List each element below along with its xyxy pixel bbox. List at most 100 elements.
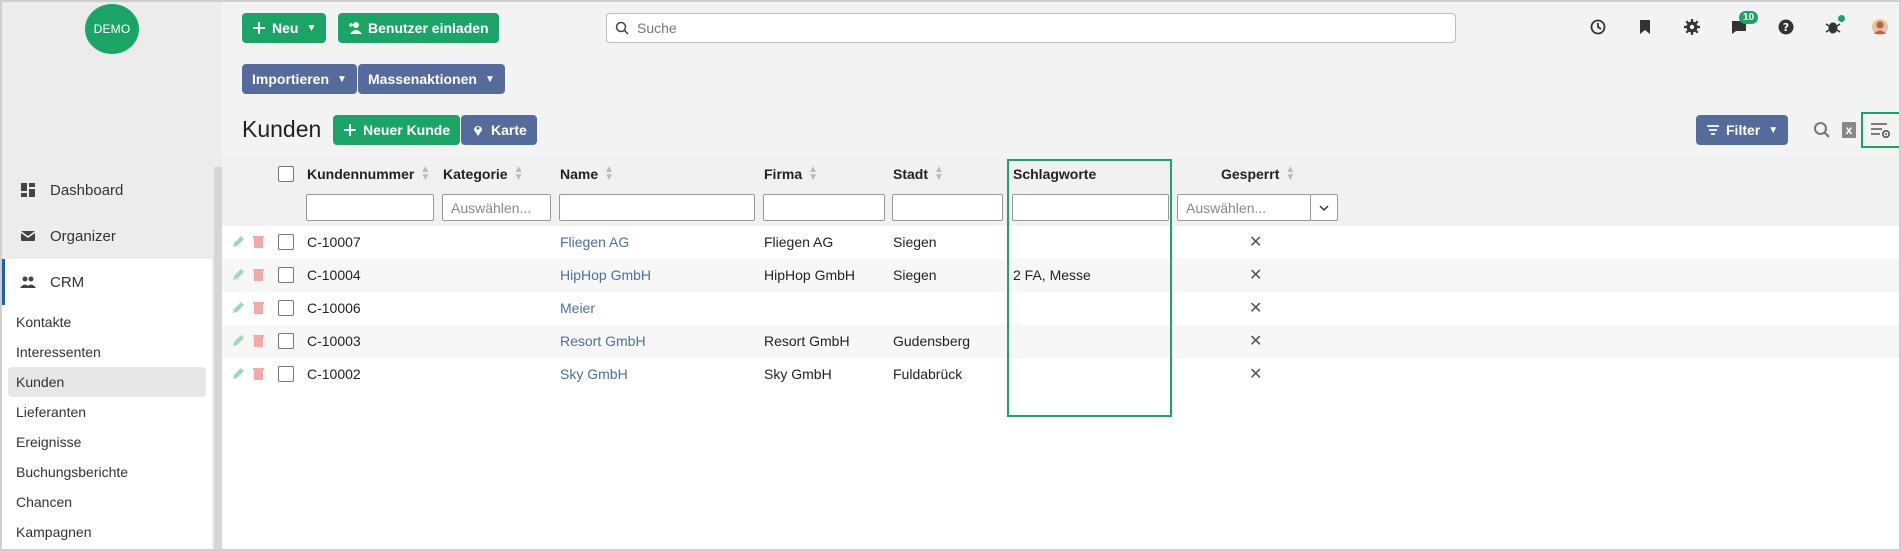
filter-schlagworte[interactable]	[1012, 194, 1169, 221]
history-icon[interactable]	[1588, 17, 1608, 37]
column-header-kategorie[interactable]: Kategorie ▲ ▼	[443, 165, 523, 183]
mail-icon	[20, 231, 36, 241]
sort-icon: ▲ ▼	[1285, 164, 1296, 183]
gesperrt-dropdown-toggle[interactable]	[1310, 194, 1338, 221]
help-icon[interactable]: ?	[1776, 17, 1796, 37]
sidebar-item-buchungsberichte[interactable]: Buchungsberichte	[2, 457, 212, 487]
sidebar-item-dashboard[interactable]: Dashboard	[2, 167, 212, 213]
edit-icon[interactable]	[232, 367, 245, 383]
list-settings-button[interactable]	[1861, 112, 1899, 148]
filter-stadt[interactable]	[892, 194, 1003, 221]
search-input[interactable]	[637, 20, 1417, 36]
filter-gesperrt[interactable]	[1177, 194, 1311, 221]
filter-kundennummer[interactable]	[306, 194, 434, 221]
map-pin-icon	[474, 126, 482, 136]
import-button[interactable]: Importieren ▼	[242, 64, 357, 94]
list-settings-icon	[1871, 123, 1891, 139]
sidebar-item-kampagnen[interactable]: Kampagnen	[2, 517, 212, 547]
table-row[interactable]: C-10003 Resort GmbH Resort GmbH Gudensbe…	[222, 325, 1899, 358]
table-row[interactable]: C-10006 Meier ✕	[222, 292, 1899, 325]
bug-icon[interactable]	[1823, 15, 1845, 37]
new-customer-label: Neuer Kunde	[363, 122, 451, 138]
trash-icon[interactable]	[252, 334, 265, 350]
column-header-stadt[interactable]: Stadt ▲ ▼	[893, 165, 944, 183]
row-checkbox[interactable]	[278, 300, 294, 316]
cell-kundennummer: C-10007	[307, 234, 361, 250]
filter-button[interactable]: Filter ▼	[1696, 115, 1789, 145]
excel-export-icon[interactable]: X	[1839, 120, 1859, 140]
row-checkbox[interactable]	[278, 234, 294, 250]
trash-icon[interactable]	[252, 301, 265, 317]
top-toolbar: Neu ▼ Benutzer einladen Importieren ▼ Ma…	[222, 2, 1899, 104]
cell-firma: HipHop GmbH	[764, 267, 856, 283]
row-checkbox[interactable]	[278, 333, 294, 349]
table-row[interactable]: C-10007 Fliegen AG Fliegen AG Siegen ✕	[222, 226, 1899, 259]
chat-icon[interactable]: 10	[1729, 11, 1759, 37]
row-checkbox[interactable]	[278, 267, 294, 283]
cell-name-link[interactable]: Sky GmbH	[560, 366, 628, 382]
filter-firma[interactable]	[763, 194, 885, 221]
sidebar-scrollbar[interactable]	[214, 167, 222, 549]
sidebar-item-chancen[interactable]: Chancen	[2, 487, 212, 517]
map-button[interactable]: Karte	[461, 115, 537, 145]
cell-stadt: Gudensberg	[893, 333, 971, 349]
select-all-checkbox[interactable]	[278, 166, 294, 182]
edit-icon[interactable]	[232, 301, 245, 317]
column-header-schlagworte[interactable]: Schlagworte	[1013, 166, 1096, 182]
table-header: Kundennummer ▲ ▼ Kategorie ▲ ▼ Name ▲ ▼ Fir…	[222, 158, 1899, 226]
row-checkbox[interactable]	[278, 366, 294, 382]
user-avatar[interactable]	[1870, 17, 1890, 37]
filter-name[interactable]	[559, 194, 755, 221]
column-header-kundennummer[interactable]: Kundennummer ▲ ▼	[307, 165, 430, 183]
svg-text:?: ?	[1783, 21, 1789, 34]
invite-user-button[interactable]: Benutzer einladen	[338, 13, 499, 43]
close-icon: ✕	[1249, 300, 1263, 317]
sidebar-item-lieferanten[interactable]: Lieferanten	[2, 397, 212, 427]
sidebar-item-kunden[interactable]: Kunden	[8, 367, 206, 397]
trash-icon[interactable]	[252, 367, 265, 383]
column-header-name[interactable]: Name ▲ ▼	[560, 165, 614, 183]
sort-icon: ▲ ▼	[808, 164, 819, 183]
mass-actions-label: Massenaktionen	[368, 71, 477, 87]
cell-name-link[interactable]: Resort GmbH	[560, 333, 646, 349]
column-header-firma[interactable]: Firma ▲ ▼	[764, 164, 819, 183]
cell-name-link[interactable]: Fliegen AG	[560, 234, 629, 250]
table-row[interactable]: C-10004 HipHop GmbH HipHop GmbH Siegen 2…	[222, 259, 1899, 292]
cell-name-link[interactable]: Meier	[560, 300, 595, 316]
sidebar-item-kontakte[interactable]: Kontakte	[2, 307, 212, 337]
column-label: Gesperrt	[1221, 166, 1280, 182]
edit-icon[interactable]	[232, 235, 245, 251]
column-header-gesperrt[interactable]: Gesperrt ▲ ▼	[1221, 164, 1296, 183]
edit-icon[interactable]	[232, 334, 245, 350]
table-row[interactable]: C-10002 Sky GmbH Sky GmbH Fuldabrück ✕	[222, 358, 1899, 391]
plus-icon	[344, 124, 356, 136]
sidebar-item-ereignisse[interactable]: Ereignisse	[2, 427, 212, 457]
cell-kundennummer: C-10004	[307, 267, 361, 283]
sidebar-item-organizer[interactable]: Organizer	[2, 213, 212, 259]
close-icon: ✕	[1249, 234, 1263, 251]
sidebar-item-interessenten[interactable]: Interessenten	[2, 337, 212, 367]
table-search-icon[interactable]	[1812, 120, 1832, 140]
trash-icon[interactable]	[252, 235, 265, 251]
mass-actions-button[interactable]: Massenaktionen ▼	[358, 64, 505, 94]
edit-icon[interactable]	[232, 268, 245, 284]
new-button[interactable]: Neu ▼	[242, 13, 327, 43]
column-label: Kundennummer	[307, 166, 415, 182]
svg-text:X: X	[1846, 127, 1853, 137]
people-icon	[20, 276, 36, 288]
new-customer-button[interactable]: Neuer Kunde	[333, 115, 461, 145]
page-title: Kunden	[242, 116, 322, 142]
company-logo[interactable]: DEMO	[85, 4, 139, 54]
column-label: Name	[560, 166, 599, 182]
map-label: Karte	[491, 122, 527, 138]
column-label: Stadt	[893, 166, 928, 182]
gear-icon[interactable]	[1682, 17, 1702, 37]
bookmark-icon[interactable]	[1635, 17, 1655, 37]
cell-firma: Fliegen AG	[764, 234, 834, 250]
trash-icon[interactable]	[252, 268, 265, 284]
sidebar-item-crm[interactable]: CRM	[2, 259, 212, 305]
chevron-down-icon: ▼	[484, 73, 495, 85]
filter-kategorie[interactable]	[442, 194, 551, 221]
cell-name-link[interactable]: HipHop GmbH	[560, 267, 651, 283]
close-icon: ✕	[1249, 267, 1263, 284]
